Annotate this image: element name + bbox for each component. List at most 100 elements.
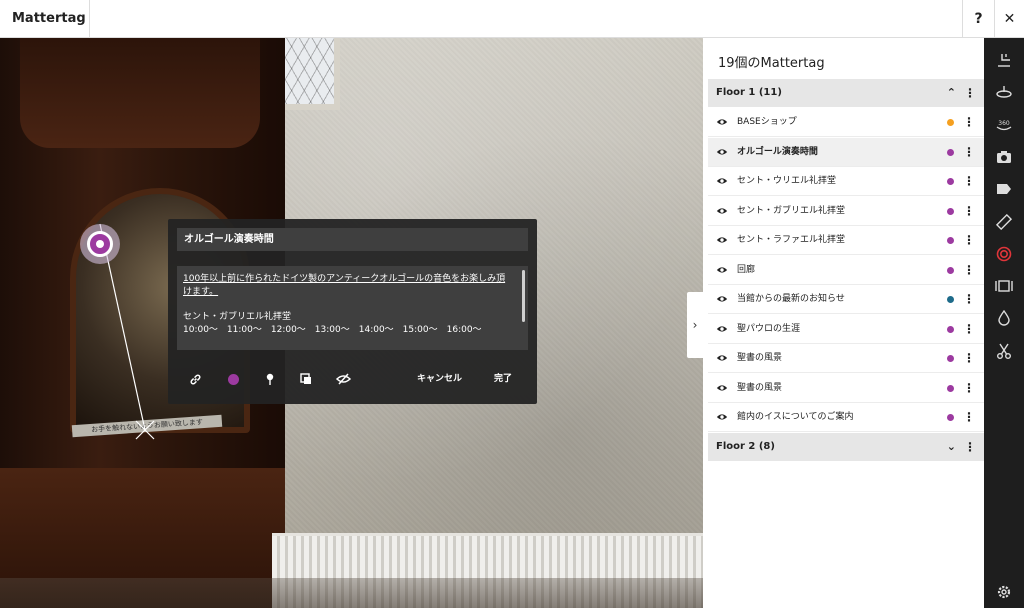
description-scrollbar[interactable] (522, 270, 525, 322)
tag-times-text: 10:00〜 11:00〜 12:00〜 13:00〜 14:00〜 15:00… (183, 325, 482, 335)
tag-row[interactable]: 聖書の風景 ⋮ (708, 344, 984, 373)
close-button[interactable]: ✕ (994, 0, 1024, 38)
more-icon[interactable]: ⋮ (963, 344, 975, 373)
more-icon[interactable]: ⋮ (963, 285, 975, 314)
tag-label: 当館からの最新のお知らせ (737, 294, 845, 304)
tag-row[interactable]: BASEショップ ⋮ (708, 108, 984, 137)
tag-editor: オルゴール演奏時間 100年以上前に作られたドイツ製のアンティークオルゴールの音… (168, 219, 537, 404)
tag-color-dot (947, 414, 954, 421)
tag-color-dot (947, 355, 954, 362)
tag-color-dot (947, 296, 954, 303)
trim-icon[interactable] (984, 339, 1024, 363)
done-button[interactable]: 完了 (494, 367, 512, 391)
tag-color-dot (947, 384, 954, 392)
mattertag-panel: 19個のMattertag Floor 1 (11) ⌃ ⋮ BASEショップ ⋮… (703, 38, 984, 608)
svg-text:360: 360 (998, 120, 1010, 127)
tag-color-dot (947, 148, 954, 156)
tag-color-dot (947, 237, 954, 244)
tag-row[interactable]: セント・ガブリエル礼拝堂 ⋮ (708, 197, 984, 226)
tag-location-text: セント・ガブリエル礼拝堂 (183, 312, 292, 322)
floor-1-label: Floor 1 (11) (716, 87, 782, 98)
more-icon[interactable]: ⋮ (963, 138, 975, 167)
eye-icon[interactable] (716, 117, 728, 127)
tag-label: セント・ガブリエル礼拝堂 (737, 205, 846, 216)
color-icon[interactable] (225, 367, 241, 391)
panel-title: 19個のMattertag (718, 56, 825, 71)
tag-row[interactable]: セント・ラファエル礼拝堂 ⋮ (708, 226, 984, 255)
floor-1-header[interactable]: Floor 1 (11) ⌃ ⋮ (708, 79, 984, 107)
more-icon[interactable]: ⋮ (963, 403, 975, 432)
tag-description-field[interactable]: 100年以上前に作られたドイツ製のアンティークオルゴールの音色をお楽しみ頂けます… (177, 266, 528, 350)
cancel-button[interactable]: キャンセル (417, 367, 462, 391)
eye-icon[interactable] (716, 235, 728, 245)
help-button[interactable]: ? (962, 0, 994, 38)
tag-description-link[interactable]: 100年以上前に作られたドイツ製のアンティークオルゴールの音色をお楽しみ頂けます… (183, 273, 514, 299)
tag-row[interactable]: 当館からの最新のお知らせ ⋮ (708, 285, 984, 314)
tag-row[interactable]: 聖書の風景 ⋮ (708, 374, 984, 403)
dollhouse-icon[interactable] (984, 274, 1024, 298)
tag-row[interactable]: オルゴール演奏時間 ⋮ (708, 137, 984, 167)
more-icon[interactable]: ⋮ (963, 256, 975, 285)
labels-icon[interactable] (984, 177, 1024, 201)
tag-row[interactable]: 館内のイスについてのご案内 ⋮ (708, 403, 984, 432)
tag-label: BASEショップ (737, 117, 797, 127)
eye-icon[interactable] (716, 206, 728, 216)
tag-color-dot (947, 325, 954, 333)
eye-icon[interactable] (716, 176, 728, 186)
chevron-up-icon[interactable]: ⌃ (947, 79, 956, 107)
tag-label: オルゴール演奏時間 (737, 146, 818, 157)
pin-icon[interactable] (262, 367, 278, 391)
floor (0, 578, 703, 608)
drops-icon[interactable] (984, 306, 1024, 330)
link-icon[interactable] (187, 367, 203, 391)
eye-icon[interactable] (716, 265, 728, 275)
more-icon[interactable]: ⋮ (963, 226, 975, 255)
tag-label: 館内のイスについてのご案内 (737, 412, 854, 422)
more-icon[interactable]: ⋮ (963, 167, 975, 196)
tag-color-dot (947, 266, 954, 274)
right-toolbar: 360 (984, 38, 1024, 608)
tag-marker[interactable] (80, 224, 120, 264)
tag-label: 聖パウロの生涯 (737, 323, 801, 334)
eye-icon[interactable] (716, 147, 728, 157)
eye-icon[interactable] (716, 412, 728, 422)
tag-label: 聖書の風景 (737, 353, 783, 363)
eye-icon[interactable] (716, 294, 728, 304)
tag-label: 聖書の風景 (737, 382, 783, 393)
tag-color-dot (947, 207, 954, 215)
chevron-down-icon[interactable]: ⌄ (947, 433, 956, 461)
settings-icon[interactable] (984, 580, 1024, 604)
360-views-icon[interactable]: 360 (984, 113, 1024, 137)
app-title: Mattertag (0, 0, 90, 38)
tag-label: 回廊 (737, 264, 756, 275)
more-icon[interactable]: ⋮ (963, 315, 975, 344)
more-icon[interactable]: ⋮ (963, 197, 975, 226)
mattertag-icon[interactable] (984, 242, 1024, 266)
more-icon[interactable]: ⋮ (963, 108, 975, 137)
floor-plan-icon[interactable] (984, 48, 1024, 72)
tag-title-field[interactable]: オルゴール演奏時間 (177, 228, 528, 251)
highlight-reel-icon[interactable] (984, 80, 1024, 104)
more-icon[interactable]: ⋮ (963, 374, 975, 403)
tag-color-dot (947, 178, 954, 185)
eye-icon[interactable] (716, 383, 728, 393)
tag-row[interactable]: セント・ウリエル礼拝堂 ⋮ (708, 167, 984, 196)
floor-2-more-icon[interactable]: ⋮ (964, 433, 976, 461)
tag-row[interactable]: 聖パウロの生涯 ⋮ (708, 315, 984, 344)
top-bar: Mattertag ? ✕ (0, 0, 1024, 38)
tag-label: セント・ラファエル礼拝堂 (737, 235, 846, 245)
media-icon[interactable] (298, 367, 314, 391)
tag-row[interactable]: 回廊 ⋮ (708, 256, 984, 285)
camera-icon[interactable] (984, 145, 1024, 169)
tag-marker-icon (87, 231, 113, 257)
tag-label: セント・ウリエル礼拝堂 (737, 176, 837, 186)
measure-icon[interactable] (984, 210, 1024, 234)
collapse-panel-button[interactable]: › (687, 292, 703, 358)
visibility-icon[interactable] (334, 367, 352, 391)
floor-2-label: Floor 2 (8) (716, 441, 775, 452)
eye-icon[interactable] (716, 353, 728, 363)
floor-2-header[interactable]: Floor 2 (8) ⌄ ⋮ (708, 433, 984, 461)
floor-1-more-icon[interactable]: ⋮ (964, 79, 976, 107)
eye-icon[interactable] (716, 324, 728, 334)
editor-toolbar: キャンセル 完了 (168, 367, 537, 391)
